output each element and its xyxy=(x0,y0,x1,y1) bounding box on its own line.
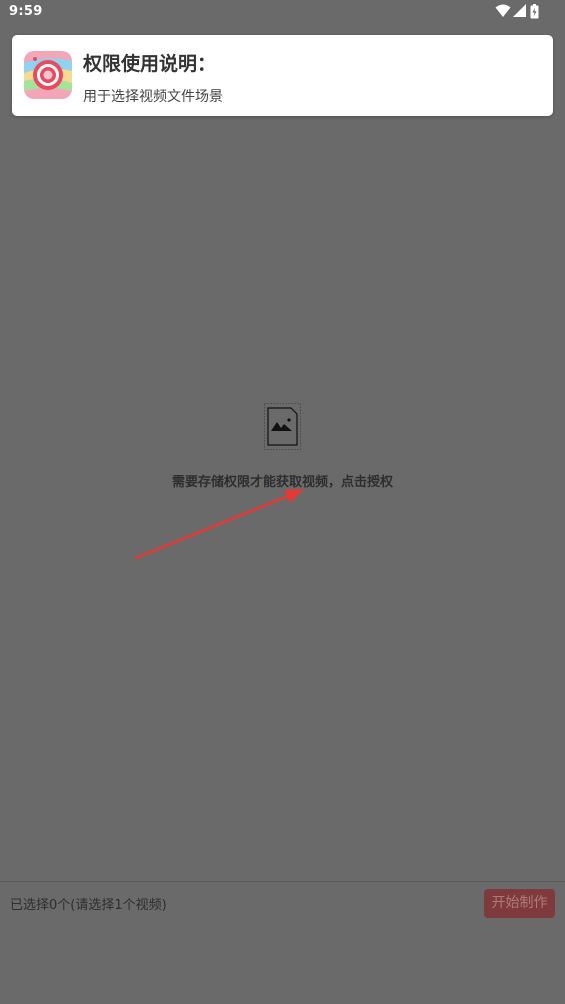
status-time: 9:59 xyxy=(9,4,43,19)
selection-status: 已选择0个(请选择1个视频) xyxy=(10,898,167,913)
signal-icon xyxy=(513,4,526,17)
status-icons xyxy=(495,4,541,20)
status-bar: 9:59 xyxy=(0,0,565,26)
bottom-divider xyxy=(0,881,565,882)
wifi-icon xyxy=(495,4,511,17)
permission-card: 权限使用说明： 用于选择视频文件场景 xyxy=(12,35,553,116)
battery-icon xyxy=(530,4,539,19)
permission-title: 权限使用说明： xyxy=(83,53,217,75)
camera-lens-app-icon xyxy=(24,51,72,99)
red-arrow-annotation xyxy=(134,489,304,560)
permission-description: 用于选择视频文件场景 xyxy=(83,89,223,105)
image-file-icon[interactable] xyxy=(264,403,301,450)
start-making-button[interactable]: 开始制作 xyxy=(484,889,555,918)
